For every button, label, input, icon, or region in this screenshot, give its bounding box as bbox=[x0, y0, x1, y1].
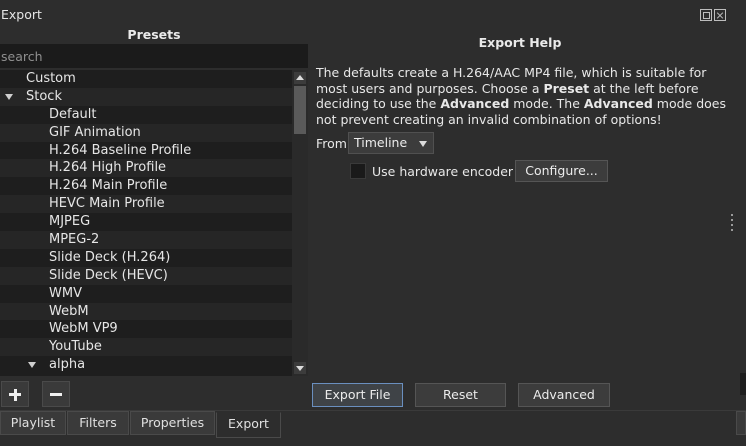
list-item[interactable]: Custom bbox=[0, 70, 292, 88]
list-item-label: H.264 High Profile bbox=[49, 160, 167, 176]
list-item[interactable]: alpha bbox=[0, 356, 292, 374]
list-item[interactable]: H.264 Baseline Profile bbox=[0, 142, 292, 160]
export-help-title: Export Help bbox=[478, 35, 562, 50]
reset-button[interactable]: Reset bbox=[415, 383, 506, 407]
list-item-label: Custom bbox=[26, 71, 76, 86]
search-input[interactable] bbox=[0, 44, 308, 68]
list-item[interactable]: HEVC Main Profile bbox=[0, 195, 292, 214]
bottom-tab-bar: Playlist Filters Properties Export bbox=[0, 410, 746, 446]
list-item[interactable]: YouTube bbox=[0, 338, 292, 357]
list-item-label: WMV bbox=[49, 285, 82, 301]
chevron-down-icon[interactable] bbox=[5, 93, 13, 100]
list-item[interactable]: WebM VP9 bbox=[0, 320, 292, 338]
hardware-encoder-checkbox[interactable] bbox=[350, 163, 366, 179]
list-item-label: HEVC Main Profile bbox=[49, 196, 165, 212]
add-preset-button[interactable] bbox=[1, 381, 29, 407]
from-select-value: Timeline bbox=[354, 135, 408, 150]
scroll-down-icon[interactable] bbox=[294, 362, 306, 374]
list-item[interactable]: H.264 High Profile bbox=[0, 159, 292, 178]
side-panel-edge bbox=[740, 373, 746, 395]
float-icon[interactable] bbox=[700, 9, 712, 21]
presets-scrollbar[interactable] bbox=[292, 70, 308, 376]
list-item-label: MJPEG bbox=[49, 214, 91, 230]
help-text-emphasis: Advanced bbox=[440, 96, 510, 111]
title-bar: Export bbox=[0, 5, 746, 25]
list-item[interactable]: Default bbox=[0, 106, 292, 124]
presets-header: Presets bbox=[127, 27, 181, 42]
hardware-encoder-label: Use hardware encoder bbox=[372, 164, 514, 179]
list-item-label: Default bbox=[49, 106, 97, 122]
scroll-thumb[interactable] bbox=[294, 86, 306, 134]
from-select[interactable]: Timeline bbox=[348, 132, 434, 154]
list-item[interactable]: Slide Deck (HEVC) bbox=[0, 266, 292, 285]
export-file-button[interactable]: Export File bbox=[312, 383, 403, 407]
panel-grip-icon[interactable] bbox=[731, 214, 734, 234]
list-item[interactable]: MJPEG bbox=[0, 213, 292, 231]
tab-export[interactable]: Export bbox=[216, 412, 281, 438]
tab-properties[interactable]: Properties bbox=[130, 411, 215, 435]
list-item[interactable]: WMV bbox=[0, 285, 292, 303]
chevron-down-icon[interactable] bbox=[28, 362, 36, 369]
scroll-up-icon[interactable] bbox=[294, 72, 306, 84]
help-text-run: mode. The bbox=[509, 96, 584, 111]
tab-playlist[interactable]: Playlist bbox=[0, 411, 66, 435]
list-item-label: YouTube bbox=[49, 339, 102, 355]
window-buttons bbox=[700, 9, 726, 21]
list-item[interactable]: Stock bbox=[0, 87, 292, 106]
list-item[interactable]: GIF Animation bbox=[0, 123, 292, 142]
list-item[interactable]: H.264 Main Profile bbox=[0, 177, 292, 195]
chevron-down-icon bbox=[419, 141, 427, 147]
list-item-label: MPEG-2 bbox=[49, 232, 100, 248]
list-item[interactable]: MPEG-2 bbox=[0, 231, 292, 249]
list-item-label: H.264 Baseline Profile bbox=[49, 142, 192, 158]
export-help-text: The defaults create a H.264/AAC MP4 file… bbox=[316, 65, 726, 127]
help-text-emphasis: Preset bbox=[543, 80, 590, 96]
advanced-button[interactable]: Advanced bbox=[518, 383, 610, 407]
list-item-label: WebM VP9 bbox=[49, 321, 118, 337]
list-item[interactable]: WebM bbox=[0, 302, 292, 321]
list-item-label: Stock bbox=[26, 88, 62, 104]
from-label: From bbox=[316, 136, 347, 151]
list-item-label: GIF Animation bbox=[49, 124, 141, 140]
list-item-label: Slide Deck (HEVC) bbox=[49, 267, 168, 283]
tab-filters[interactable]: Filters bbox=[67, 411, 129, 435]
tab-overflow[interactable] bbox=[736, 411, 746, 435]
list-item-label: WebM bbox=[49, 303, 89, 319]
remove-preset-button[interactable] bbox=[42, 381, 70, 407]
close-icon[interactable] bbox=[714, 9, 726, 21]
list-item-label: alpha bbox=[49, 357, 86, 373]
window-title: Export bbox=[1, 7, 42, 22]
presets-tree[interactable]: Custom Stock Default GIF Animation H.264 Bas… bbox=[0, 70, 292, 376]
list-item-label: Slide Deck (H.264) bbox=[49, 249, 171, 265]
help-text-emphasis: Advanced bbox=[583, 96, 653, 111]
configure-button[interactable]: Configure... bbox=[515, 160, 608, 182]
list-item-label: H.264 Main Profile bbox=[49, 178, 168, 194]
list-item[interactable]: Slide Deck (H.264) bbox=[0, 249, 292, 267]
